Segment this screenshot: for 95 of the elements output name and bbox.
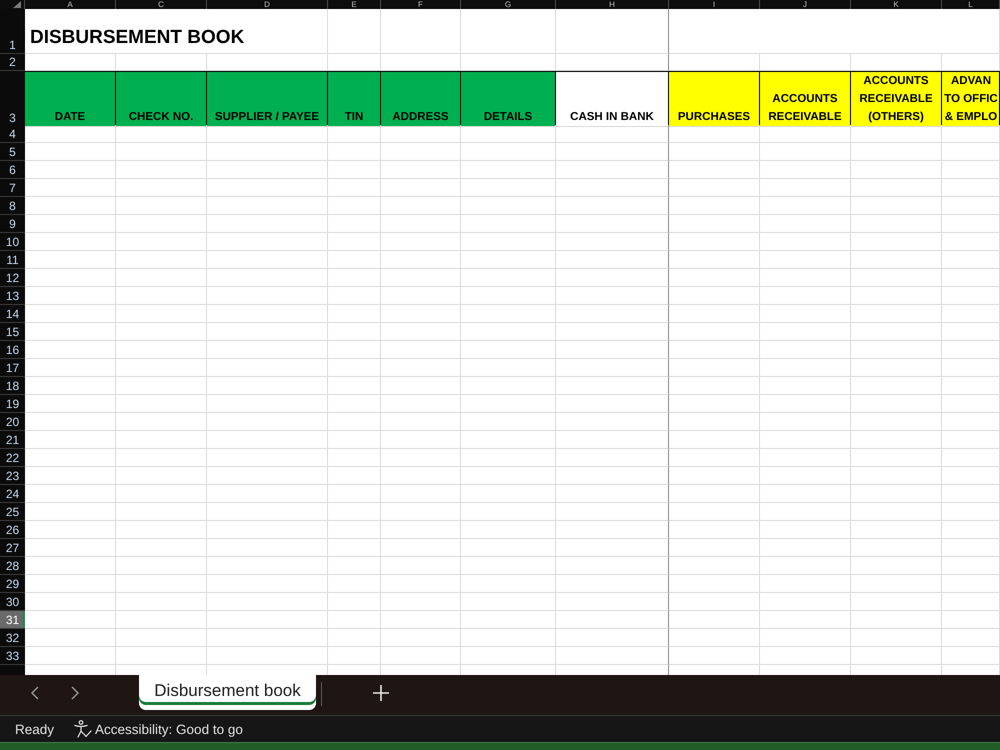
sheet-cell[interactable]: [556, 305, 669, 323]
sheet-cell[interactable]: [556, 629, 669, 647]
row-number[interactable]: 10: [0, 233, 25, 251]
status-mode: Ready: [15, 722, 54, 736]
column-letter[interactable]: F: [381, 0, 461, 9]
sheet-cell[interactable]: [556, 251, 669, 269]
chevron-left-icon: [30, 686, 40, 700]
column-header: CASH IN BANK: [556, 71, 669, 127]
column-header: ADVAN TO OFFIC & EMPLO: [942, 71, 1000, 127]
row-number[interactable]: 4: [0, 125, 25, 143]
row-number[interactable]: 14: [0, 305, 25, 323]
sheet-cell[interactable]: [556, 467, 669, 485]
sheet-cell[interactable]: [556, 521, 669, 539]
sheet-cell[interactable]: [556, 269, 669, 287]
column-header: ACCOUNTS RECEIVABLE (OTHERS): [851, 71, 942, 127]
row-number[interactable]: 22: [0, 449, 25, 467]
sheet-cell[interactable]: [556, 611, 669, 629]
sheet-cell[interactable]: [556, 197, 669, 215]
sheet-cell[interactable]: [556, 215, 669, 233]
row-number[interactable]: 18: [0, 377, 25, 395]
sheet-cell[interactable]: [556, 539, 669, 557]
row-number[interactable]: 30: [0, 593, 25, 611]
row-number[interactable]: 2: [0, 54, 25, 71]
row-number[interactable]: 32: [0, 629, 25, 647]
column-header: DATE: [25, 71, 116, 127]
sheet-cell[interactable]: [556, 341, 669, 359]
row-number[interactable]: 16: [0, 341, 25, 359]
row-number[interactable]: 20: [0, 413, 25, 431]
row-number[interactable]: 25: [0, 503, 25, 521]
row-number[interactable]: 27: [0, 539, 25, 557]
sheet-cell[interactable]: [556, 125, 669, 143]
column-header: SUPPLIER / PAYEE: [207, 71, 328, 127]
sheet-cell[interactable]: [556, 9, 669, 54]
sheet-cell[interactable]: [556, 377, 669, 395]
row-number[interactable]: 7: [0, 179, 25, 197]
sheet-cell[interactable]: [556, 323, 669, 341]
row-number[interactable]: 5: [0, 143, 25, 161]
column-letter[interactable]: I: [669, 0, 760, 9]
column-header: CHECK NO.: [116, 71, 207, 127]
sheet-cell[interactable]: [556, 557, 669, 575]
column-letter[interactable]: L: [942, 0, 1000, 9]
sheet-cell[interactable]: [556, 431, 669, 449]
column-header: ACCOUNTS RECEIVABLE: [760, 71, 851, 127]
column-header: TIN: [328, 71, 381, 127]
row-number[interactable]: 11: [0, 251, 25, 269]
row-number[interactable]: 1: [0, 9, 25, 54]
row-number[interactable]: 6: [0, 161, 25, 179]
sheet-cell[interactable]: [556, 395, 669, 413]
sheet-title: DISBURSEMENT BOOK: [25, 9, 328, 54]
row-number[interactable]: 26: [0, 521, 25, 539]
column-letter[interactable]: H: [556, 0, 669, 9]
column-header: ADDRESS: [381, 71, 461, 127]
select-all-corner-icon[interactable]: [13, 1, 21, 8]
column-header: PURCHASES: [669, 71, 760, 127]
column-header: DETAILS: [461, 71, 556, 127]
accessibility-person-check-icon: [74, 720, 92, 738]
row-number[interactable]: 24: [0, 485, 25, 503]
column-letter[interactable]: A: [25, 0, 116, 9]
column-letter[interactable]: E: [328, 0, 381, 9]
column-letter[interactable]: D: [207, 0, 328, 9]
row-number[interactable]: 28: [0, 557, 25, 575]
sheet-cell[interactable]: [556, 161, 669, 179]
column-letter[interactable]: C: [116, 0, 207, 9]
row-number[interactable]: 13: [0, 287, 25, 305]
row-number[interactable]: 12: [0, 269, 25, 287]
row-number[interactable]: 21: [0, 431, 25, 449]
accessibility-status[interactable]: Accessibility: Good to go: [74, 720, 243, 738]
column-letter[interactable]: G: [461, 0, 556, 9]
row-number[interactable]: 9: [0, 215, 25, 233]
row-number[interactable]: 3: [0, 71, 25, 127]
row-number[interactable]: 19: [0, 395, 25, 413]
row-number[interactable]: 15: [0, 323, 25, 341]
sheet-cell[interactable]: [556, 485, 669, 503]
row-number[interactable]: 8: [0, 197, 25, 215]
row-number[interactable]: 33: [0, 647, 25, 665]
sheet-cell[interactable]: [556, 449, 669, 467]
row-number[interactable]: 29: [0, 575, 25, 593]
sheet-cell[interactable]: [556, 413, 669, 431]
sheet-cell[interactable]: [556, 143, 669, 161]
sheet-tab[interactable]: Disbursement book: [139, 675, 316, 710]
column-letter[interactable]: K: [851, 0, 942, 9]
chevron-right-icon: [70, 686, 80, 700]
plus-icon: [373, 685, 389, 701]
column-letter[interactable]: J: [760, 0, 851, 9]
sheet-cell[interactable]: [556, 179, 669, 197]
sheet-cell[interactable]: [556, 287, 669, 305]
sheet-cell[interactable]: [556, 593, 669, 611]
sheet-cell[interactable]: [556, 575, 669, 593]
sheet-cell[interactable]: [556, 503, 669, 521]
row-number[interactable]: 31: [0, 611, 25, 629]
sheet-cell[interactable]: [556, 233, 669, 251]
row-number[interactable]: 23: [0, 467, 25, 485]
sheet-cell[interactable]: [556, 647, 669, 665]
row-number[interactable]: 17: [0, 359, 25, 377]
sheet-cell[interactable]: [556, 359, 669, 377]
